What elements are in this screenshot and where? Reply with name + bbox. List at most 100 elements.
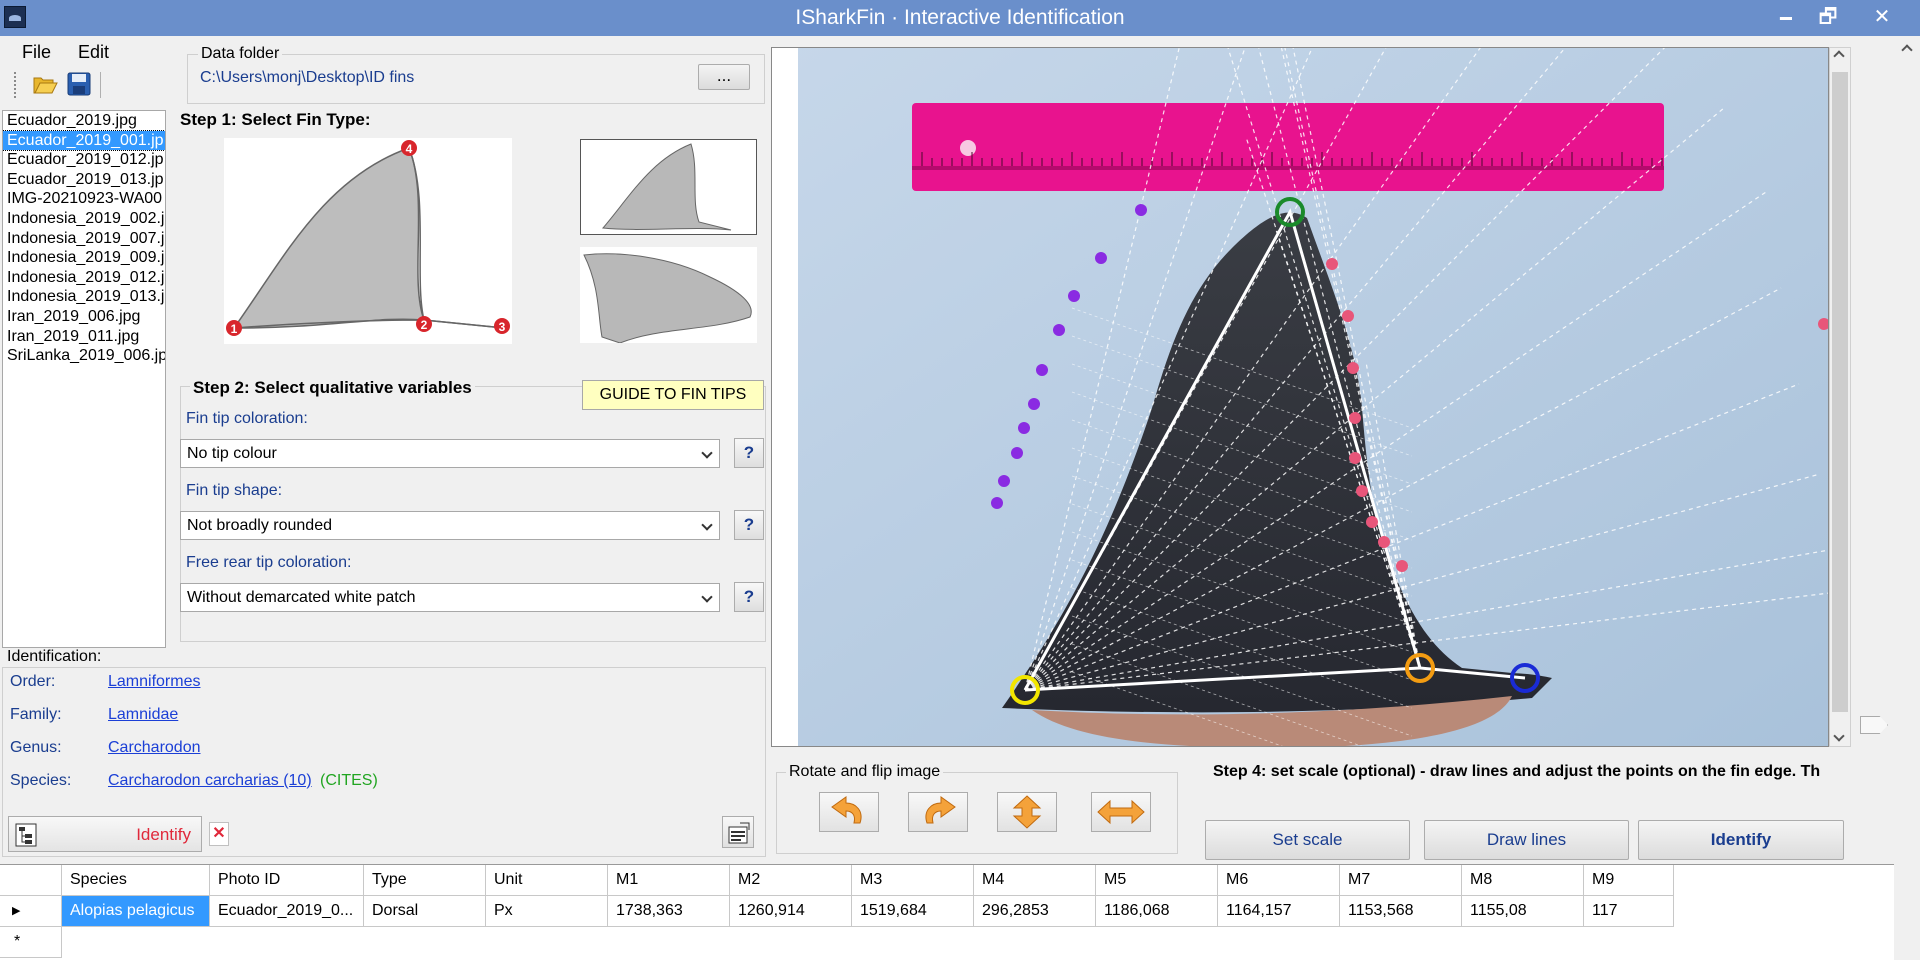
export-button[interactable] xyxy=(722,816,754,848)
identify-button[interactable]: Identify xyxy=(1638,820,1844,860)
fin-photo-canvas[interactable] xyxy=(772,48,1829,747)
table-column-header[interactable]: Photo ID xyxy=(210,865,364,896)
free-rear-tip-coloration-help-button[interactable]: ? xyxy=(734,582,764,612)
order-link[interactable]: Lamniformes xyxy=(108,673,200,691)
scroll-right-icon[interactable] xyxy=(1860,716,1888,734)
free-rear-tip-coloration-select[interactable]: Without demarcated white patch xyxy=(180,583,720,612)
fin-image-viewer[interactable] xyxy=(771,47,1829,747)
table-cell[interactable]: 1155,08 xyxy=(1462,896,1584,927)
file-list-item[interactable]: Ecuador_2019.jpg xyxy=(3,111,165,131)
fin-tip-shape-select[interactable]: Not broadly rounded xyxy=(180,511,720,540)
left-edge-point[interactable] xyxy=(998,475,1010,487)
fin-type-dorsal-thumb[interactable] xyxy=(580,139,757,235)
genus-link[interactable]: Carcharodon xyxy=(108,739,201,757)
table-column-header[interactable]: Species xyxy=(62,865,210,896)
fin-tip-shape-help-button[interactable]: ? xyxy=(734,510,764,540)
table-column-header[interactable]: M3 xyxy=(852,865,974,896)
left-edge-point[interactable] xyxy=(1068,290,1080,302)
set-scale-button[interactable]: Set scale xyxy=(1205,820,1410,860)
file-list-item[interactable]: Ecuador_2019_012.jp xyxy=(3,150,165,170)
table-cell[interactable]: 117 xyxy=(1584,896,1674,927)
scroll-up-icon[interactable] xyxy=(1833,50,1845,62)
table-cell[interactable]: Dorsal xyxy=(364,896,486,927)
table-column-header[interactable]: M5 xyxy=(1096,865,1218,896)
window-vertical-scrollbar[interactable] xyxy=(1860,40,1920,860)
flip-vertical-button[interactable] xyxy=(997,792,1057,832)
rotate-left-button[interactable] xyxy=(819,792,879,832)
file-list-item[interactable]: Indonesia_2019_009.j xyxy=(3,248,165,268)
species-link[interactable]: Carcharodon carcharias (10) xyxy=(108,772,312,790)
right-edge-point[interactable] xyxy=(1349,452,1361,464)
flip-horizontal-button[interactable] xyxy=(1091,792,1151,832)
fin-type-pectoral-thumb[interactable] xyxy=(580,247,757,344)
menu-file[interactable]: File xyxy=(22,42,51,63)
table-column-header[interactable]: M6 xyxy=(1218,865,1340,896)
left-edge-point[interactable] xyxy=(1018,422,1030,434)
table-cell[interactable]: Alopias pelagicus xyxy=(62,896,210,927)
folder-open-icon[interactable] xyxy=(32,71,58,97)
table-cell[interactable]: 1260,914 xyxy=(730,896,852,927)
minimize-button[interactable]: 🗕 xyxy=(1764,2,1808,32)
rotate-right-button[interactable] xyxy=(908,792,968,832)
right-edge-point[interactable] xyxy=(1378,536,1390,548)
table-column-header[interactable]: M9 xyxy=(1584,865,1674,896)
file-list-item[interactable]: Ecuador_2019_013.jp xyxy=(3,170,165,190)
right-edge-point[interactable] xyxy=(1326,258,1338,270)
draw-lines-button[interactable]: Draw lines xyxy=(1424,820,1629,860)
guide-to-fin-tips-button[interactable]: GUIDE TO FIN TIPS xyxy=(582,380,764,410)
clear-identification-button[interactable]: ✕ xyxy=(209,822,229,846)
browse-folder-button[interactable]: ... xyxy=(698,64,750,90)
right-edge-point[interactable] xyxy=(1366,516,1378,528)
fin-tip-coloration-select[interactable]: No tip colour xyxy=(180,439,720,468)
table-column-header[interactable]: Unit xyxy=(486,865,608,896)
close-window-button[interactable]: ✕ xyxy=(1860,2,1904,32)
left-edge-point[interactable] xyxy=(1053,324,1065,336)
image-scroll-thumb[interactable] xyxy=(1832,72,1848,712)
file-list-item[interactable]: Indonesia_2019_012.j xyxy=(3,268,165,288)
right-edge-point[interactable] xyxy=(1356,485,1368,497)
table-cell[interactable]: 1164,157 xyxy=(1218,896,1340,927)
table-cell[interactable]: 1738,363 xyxy=(608,896,730,927)
file-list-item[interactable]: SriLanka_2019_006.jp xyxy=(3,346,165,366)
left-edge-point[interactable] xyxy=(1028,398,1040,410)
table-cell[interactable]: 1186,068 xyxy=(1096,896,1218,927)
table-column-header[interactable]: Type xyxy=(364,865,486,896)
fin-tip-coloration-help-button[interactable]: ? xyxy=(734,438,764,468)
table-cell[interactable]: 1519,684 xyxy=(852,896,974,927)
scroll-up-icon[interactable] xyxy=(1901,44,1913,56)
image-vertical-scrollbar[interactable] xyxy=(1829,47,1851,747)
scroll-down-icon[interactable] xyxy=(1833,730,1845,742)
file-list-item[interactable]: Indonesia_2019_002.j xyxy=(3,209,165,229)
save-icon[interactable] xyxy=(66,71,92,97)
right-edge-point[interactable] xyxy=(1396,560,1408,572)
left-edge-point[interactable] xyxy=(1135,204,1147,216)
table-column-header[interactable]: M7 xyxy=(1340,865,1462,896)
right-edge-point[interactable] xyxy=(1342,310,1354,322)
table-column-header[interactable]: M1 xyxy=(608,865,730,896)
file-list-item[interactable]: Indonesia_2019_013.j xyxy=(3,287,165,307)
identify-quick-button[interactable]: Identify xyxy=(8,816,202,852)
file-list[interactable]: Ecuador_2019.jpg Ecuador_2019_001.jp Ecuad… xyxy=(2,110,166,648)
right-edge-point[interactable] xyxy=(1347,362,1359,374)
measurements-table[interactable]: Species Photo ID Type Unit M1 M2 M3 M4 M5 M6 M7 M8 M… xyxy=(0,864,1894,960)
table-cell[interactable]: 296,2853 xyxy=(974,896,1096,927)
table-column-header[interactable]: M2 xyxy=(730,865,852,896)
restore-button[interactable]: 🗗 xyxy=(1806,2,1850,32)
file-list-item[interactable]: Iran_2019_006.jpg xyxy=(3,307,165,327)
table-cell[interactable]: 1153,568 xyxy=(1340,896,1462,927)
left-edge-point[interactable] xyxy=(991,497,1003,509)
table-column-header[interactable]: M8 xyxy=(1462,865,1584,896)
file-list-item[interactable]: Indonesia_2019_007.j xyxy=(3,229,165,249)
left-edge-point[interactable] xyxy=(1036,364,1048,376)
file-list-item[interactable]: Ecuador_2019_001.jp xyxy=(3,129,165,152)
table-column-header[interactable]: M4 xyxy=(974,865,1096,896)
right-edge-point[interactable] xyxy=(1349,412,1361,424)
row-selector-icon[interactable]: ▶ xyxy=(0,896,62,927)
left-edge-point[interactable] xyxy=(1095,252,1107,264)
left-edge-point[interactable] xyxy=(1011,447,1023,459)
menu-edit[interactable]: Edit xyxy=(78,42,109,63)
family-link[interactable]: Lamnidae xyxy=(108,706,178,724)
table-cell[interactable]: Ecuador_2019_0... xyxy=(210,896,364,927)
file-list-item[interactable]: IMG-20210923-WA00 xyxy=(3,189,165,209)
table-cell[interactable]: Px xyxy=(486,896,608,927)
